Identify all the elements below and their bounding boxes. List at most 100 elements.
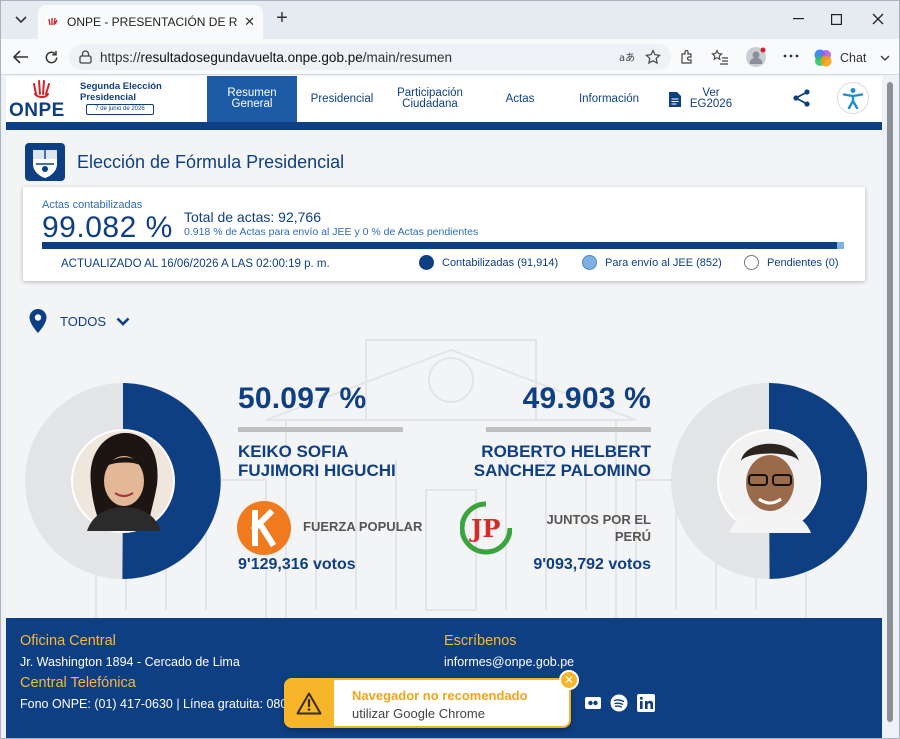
toast-title: Navegador no recomendado [352, 688, 528, 703]
copilot-chat-button[interactable]: Chat [813, 47, 890, 69]
read-aloud-icon[interactable]: aあ [619, 50, 635, 64]
favorite-star-icon[interactable] [645, 49, 661, 65]
nav-actas[interactable]: Actas [484, 76, 556, 122]
fuerza-popular-logo [237, 501, 291, 555]
footer-email-link[interactable]: informes@onpe.gob.pe [444, 655, 574, 669]
candidate-2-percentage: 49.903 % [522, 382, 651, 415]
browser-warning-toast: Navegador no recomendado utilizar Google… [284, 678, 571, 728]
header-divider [6, 122, 882, 130]
legend-dot-jee [582, 255, 597, 270]
share-icon[interactable] [792, 88, 812, 108]
juntos-por-el-peru-logo: JP [460, 501, 512, 555]
candidate-2-name-line-2: SANCHEZ PALOMINO [473, 461, 651, 480]
legend-jee-label: Para envío al JEE (852) [605, 256, 722, 269]
scrollbar-thumb[interactable] [887, 82, 893, 722]
site-info-icon[interactable] [79, 50, 92, 64]
profile-avatar[interactable] [746, 47, 766, 67]
candidate-2-party: JUNTOS POR EL PERÚ [526, 511, 651, 545]
close-icon [872, 13, 884, 25]
maximize-button[interactable] [825, 9, 847, 29]
candidate-1-name-line-2: FUJIMORI HIGUCHI [238, 461, 396, 480]
chevron-down-icon [15, 16, 27, 24]
more-options-button[interactable] [781, 47, 801, 67]
nav-participacion-ciudadana[interactable]: Participación Ciudadana [386, 76, 474, 122]
linkedin-icon[interactable] [637, 694, 655, 712]
nav-informacion[interactable]: Información [568, 76, 650, 122]
footer-office-address: Jr. Washington 1894 - Cercado de Lima [20, 655, 240, 669]
close-window-button[interactable] [867, 9, 889, 29]
more-dots-icon [783, 54, 799, 58]
new-tab-button[interactable]: + [271, 8, 293, 30]
web-page: ONPE Segunda Elección Presidencial 7 de … [6, 76, 882, 738]
progress-contabilizadas [42, 242, 837, 249]
toast-message: utilizar Google Chrome [352, 706, 485, 721]
candidate-1-name: KEIKO SOFIA FUJIMORI HIGUCHI [238, 442, 396, 480]
url-text[interactable]: https://resultadosegundavuelta.onpe.gob.… [100, 50, 452, 65]
candidate-2-name: ROBERTO HELBERT SANCHEZ PALOMINO [421, 442, 651, 480]
url-host: resultadosegundavuelta.onpe.gob.pe [140, 49, 363, 65]
extensions-icon[interactable] [679, 49, 695, 65]
candidate-1-votes: 9'129,316 votos [238, 556, 356, 573]
reload-button[interactable] [39, 46, 63, 68]
browser-window: ONPE - PRESENTACIÓN DE RESULT ✕ + https:… [0, 0, 900, 739]
tab-actions-menu[interactable] [9, 9, 33, 31]
region-filter-label: TODOS [60, 313, 106, 329]
last-updated: ACTUALIZADO AL 16/06/2026 A LAS 02:00:19… [61, 258, 330, 270]
candidate-2-donut [671, 383, 867, 579]
candidate-2-party-line-2: PERÚ [614, 529, 651, 544]
browser-tab[interactable]: ONPE - PRESENTACIÓN DE RESULT ✕ [38, 5, 263, 39]
actas-subtext: 0.918 % de Actas para envío al JEE y 0 %… [184, 226, 479, 238]
svg-text:JP: JP [469, 514, 500, 543]
accessibility-button[interactable] [837, 82, 869, 114]
candidate-2-votes: 9'093,792 votos [533, 556, 651, 573]
region-filter-dropdown[interactable]: TODOS [28, 308, 130, 334]
accessibility-icon [842, 88, 864, 109]
nav-presidencial[interactable]: Presidencial [302, 76, 382, 122]
warning-triangle-icon [296, 692, 322, 714]
candidate-2-divider [486, 427, 651, 432]
election-name-line-1: Segunda Elección [80, 81, 162, 92]
user-icon [749, 47, 766, 64]
copilot-icon [814, 49, 832, 67]
minimize-button[interactable] [787, 9, 809, 29]
minimize-icon [792, 18, 804, 20]
favorites-list-icon[interactable] [711, 49, 729, 65]
onpe-logo[interactable]: ONPE [9, 80, 79, 121]
spotify-icon[interactable] [610, 694, 628, 712]
chevron-down-icon [116, 317, 130, 326]
footer-phone-title: Central Telefónica [20, 675, 136, 691]
total-actas: Total de actas: 92,766 [184, 209, 321, 225]
candidate-1-party-line-1: FUERZA POPULAR [303, 519, 423, 534]
nav-ver-line-2: EG2026 [689, 98, 733, 110]
back-button[interactable] [9, 46, 33, 68]
toast-close-button[interactable]: ✕ [559, 670, 579, 690]
actas-label: Actas contabilizadas [42, 199, 143, 211]
page-scrollbar[interactable] [883, 76, 897, 738]
flickr-icon[interactable] [584, 696, 602, 710]
nav-resumen-line-2: General [231, 98, 273, 110]
back-arrow-icon [13, 50, 28, 64]
candidate-1-percentage: 50.097 % [238, 382, 367, 415]
document-icon [668, 91, 681, 107]
peru-coat-of-arms-icon [25, 143, 65, 181]
footer-office-title: Oficina Central [20, 633, 116, 649]
election-name-line-2: Presidencial [80, 92, 136, 103]
candidate-1-party: FUERZA POPULAR [303, 518, 422, 535]
election-name: Segunda Elección Presidencial [80, 81, 162, 103]
legend-jee: Para envío al JEE (852) [582, 255, 722, 270]
candidate-2-party-line-1: JUNTOS POR EL [546, 512, 651, 527]
nav-participacion-line-2: Ciudadana [402, 98, 458, 110]
candidate-2-name-line-1: ROBERTO HELBERT [481, 442, 651, 461]
actas-percentage: 99.082 % [42, 211, 173, 244]
site-header: ONPE Segunda Elección Presidencial 7 de … [6, 76, 882, 122]
tab-close-button[interactable]: ✕ [244, 14, 255, 30]
nav-ver-eg2026[interactable]: Ver EG2026 [660, 76, 740, 122]
onpe-hand-icon [33, 80, 50, 98]
legend-pendientes: Pendientes (0) [744, 255, 839, 270]
nav-resumen-general[interactable]: Resumen General [207, 76, 297, 122]
progress-jee [836, 242, 844, 249]
page-title: Elección de Fórmula Presidencial [77, 151, 345, 172]
candidate-1-name-line-1: KEIKO SOFIA [238, 442, 349, 461]
address-bar[interactable]: https://resultadosegundavuelta.onpe.gob.… [69, 44, 671, 70]
main-content: Elección de Fórmula Presidencial Actas c… [6, 130, 882, 620]
